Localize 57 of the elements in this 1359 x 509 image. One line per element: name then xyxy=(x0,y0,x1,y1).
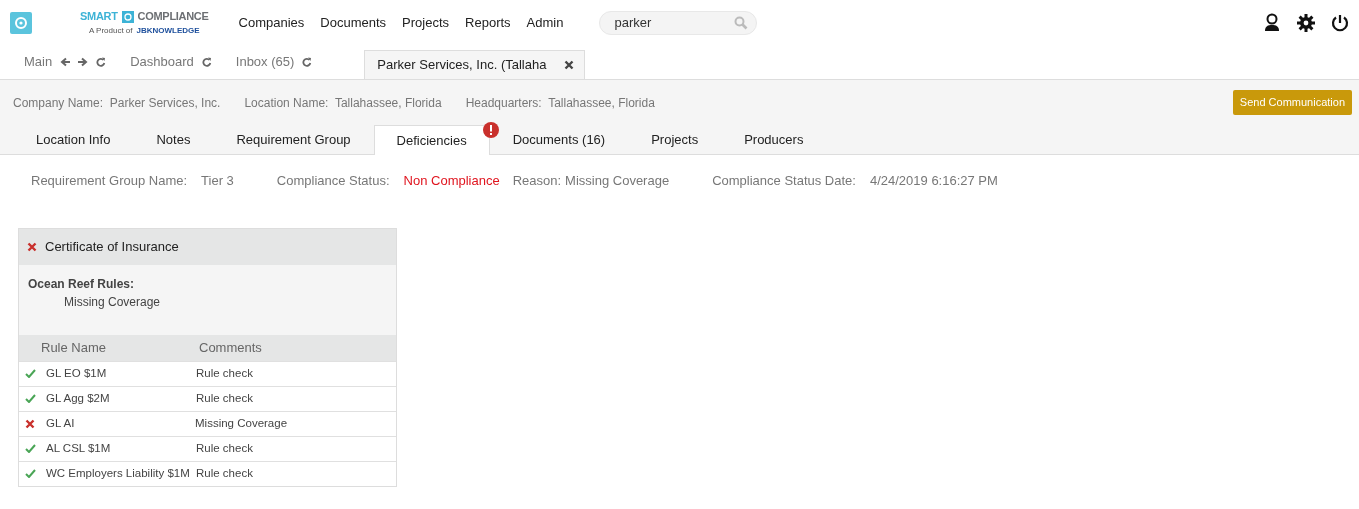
info-text: Company Name: Parker Services, Inc. xyxy=(13,94,221,112)
workspace-tab[interactable]: Main xyxy=(12,45,119,79)
workspace-tab[interactable]: Dashboard xyxy=(118,45,224,79)
workspace-tab[interactable]: Parker Services, Inc. (Tallaha xyxy=(364,50,586,79)
tab[interactable]: Location Info xyxy=(13,125,134,154)
forward-arrow-icon[interactable] xyxy=(78,57,89,67)
status-value: 4/24/2019 6:16:27 PM xyxy=(869,172,998,190)
logo-text: SMART xyxy=(80,9,118,25)
table-cell-text: Rule check xyxy=(196,365,253,381)
brand-text: JBKNOWLEDGE xyxy=(136,24,200,37)
refresh-icon[interactable] xyxy=(302,57,313,67)
tab[interactable]: Notes xyxy=(133,125,214,154)
settings-icon[interactable] xyxy=(1297,13,1315,32)
tab[interactable]: Deficiencies xyxy=(373,125,490,155)
status-label: Compliance Status Date: xyxy=(712,172,856,190)
logo-mark-icon xyxy=(121,10,134,23)
table-cell-text: Rule check xyxy=(196,440,253,456)
status-label: Reason: xyxy=(512,172,562,190)
column-header: Comments xyxy=(199,338,262,357)
panel-title: Certificate of Insurance xyxy=(45,237,179,256)
tab[interactable]: Projects xyxy=(628,125,722,154)
table-cell-text: GL AI xyxy=(45,415,76,431)
logo-tagline: A Product of xyxy=(88,24,133,37)
refresh-icon[interactable] xyxy=(201,57,212,67)
logo-text: COMPLIANCE xyxy=(137,9,209,25)
back-arrow-icon[interactable] xyxy=(60,57,71,67)
tab[interactable]: Requirement Group xyxy=(213,125,374,154)
user-icon[interactable] xyxy=(1263,13,1281,32)
nav-link[interactable]: Companies xyxy=(238,12,305,33)
table-cell-text: Rule check xyxy=(196,465,253,481)
column-header: Rule Name xyxy=(41,338,108,357)
status-value: Missing Coverage xyxy=(565,172,670,190)
nav-link[interactable]: Projects xyxy=(402,12,450,33)
close-icon[interactable] xyxy=(564,60,575,70)
status-value: Tier 3 xyxy=(201,172,234,190)
nav-link[interactable]: Documents xyxy=(320,12,387,33)
table-cell-text: GL Agg $2M xyxy=(45,390,111,406)
table-cell-text: WC Employers Liability $1M xyxy=(45,465,191,481)
tab[interactable]: Producers xyxy=(721,125,827,154)
rules-heading: Ocean Reef Rules: xyxy=(28,275,136,293)
tab[interactable]: Documents (16) xyxy=(489,125,629,154)
info-text: Headquarters: Tallahassee, Florida xyxy=(465,94,655,112)
power-icon[interactable] xyxy=(1331,13,1349,32)
refresh-icon[interactable] xyxy=(96,57,107,67)
status-value: Non Compliance xyxy=(403,172,500,190)
nav-link[interactable]: Admin xyxy=(526,12,564,33)
rules-detail: Missing Coverage xyxy=(63,293,162,311)
search-field[interactable]: parker xyxy=(599,10,758,35)
workspace-tab[interactable]: Inbox (65) xyxy=(223,45,325,79)
table-cell-text: GL EO $1M xyxy=(45,365,108,381)
table-cell-text: Rule check xyxy=(196,390,253,406)
nav-link[interactable]: Reports xyxy=(465,12,511,33)
table-cell-text: Missing Coverage xyxy=(195,415,288,431)
info-text: Location Name: Tallahassee, Florida xyxy=(244,94,442,112)
status-label: Compliance Status: xyxy=(276,172,390,190)
table-cell-text: AL CSL $1M xyxy=(45,440,112,456)
status-label: Requirement Group Name: xyxy=(31,172,188,190)
